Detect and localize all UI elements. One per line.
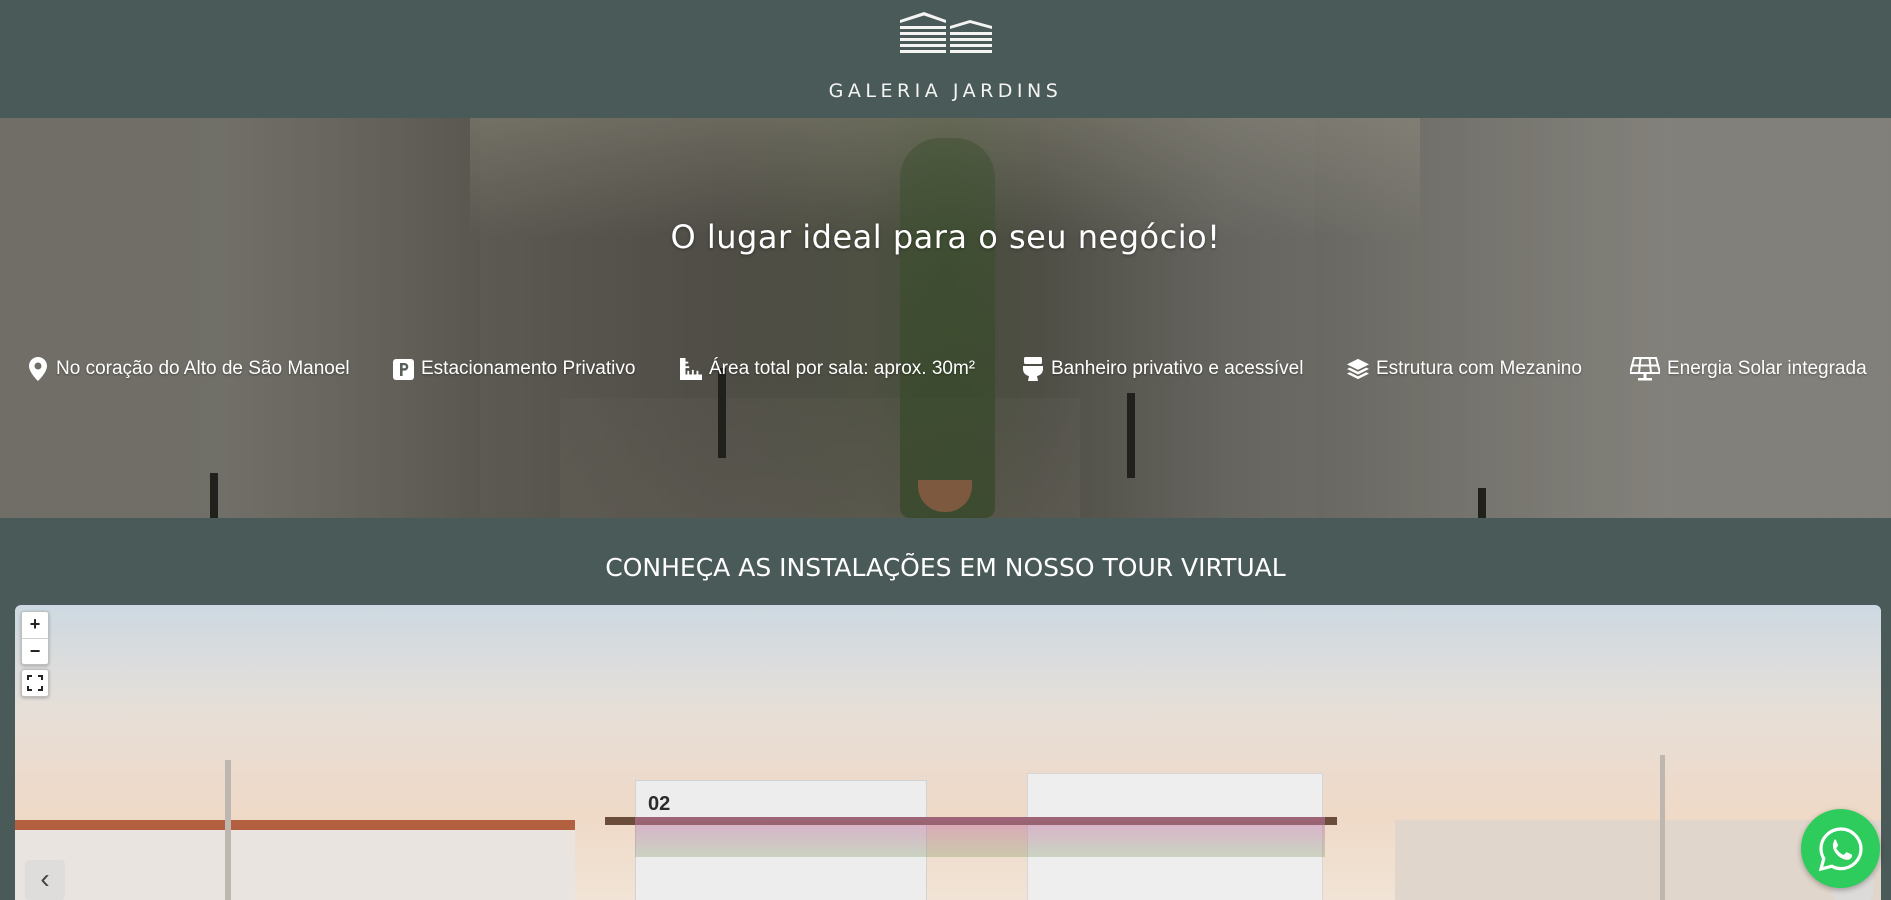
- tour-section-title: CONHEÇA AS INSTALAÇÕES EM NOSSO TOUR VIR…: [605, 553, 1286, 582]
- zoom-in-button[interactable]: +: [22, 612, 48, 638]
- feature-label: Estacionamento Privativo: [421, 358, 636, 379]
- whatsapp-button[interactable]: [1801, 809, 1880, 888]
- scene-utility-pole: [1660, 755, 1665, 900]
- feature-list: No coração do Alto de São Manoel Estacio…: [0, 354, 1891, 384]
- hero-title: O lugar ideal para o seu negócio!: [670, 218, 1221, 256]
- fullscreen-button[interactable]: [21, 669, 49, 697]
- feature-mezzanine: Estrutura com Mezanino: [1347, 354, 1582, 384]
- feature-parking: Estacionamento Privativo: [392, 354, 635, 384]
- feature-label: No coração do Alto de São Manoel: [56, 358, 350, 379]
- toilet-icon: [1022, 356, 1044, 382]
- fullscreen-icon: [27, 675, 43, 691]
- zoom-controls: + −: [21, 611, 49, 665]
- hero-section: O lugar ideal para o seu negócio! No cor…: [0, 118, 1891, 518]
- logo[interactable]: GALERIA JARDINS: [0, 10, 1891, 110]
- feature-bathroom: Banheiro privativo e acessível: [1022, 354, 1303, 384]
- whatsapp-icon: [1818, 826, 1863, 871]
- previous-scene-button[interactable]: ‹: [25, 860, 65, 900]
- scene-utility-pole: [225, 760, 231, 900]
- site-header: GALERIA JARDINS: [0, 0, 1891, 118]
- feature-label: Energia Solar integrada: [1667, 358, 1867, 379]
- feature-area: Área total por sala: aprox. 30m²: [680, 354, 975, 384]
- feature-label: Estrutura com Mezanino: [1376, 358, 1582, 379]
- scene-house-left: [15, 820, 575, 900]
- feature-label: Banheiro privativo e acessível: [1051, 358, 1304, 379]
- feature-location: No coração do Alto de São Manoel: [27, 354, 350, 384]
- map-pin-icon: [27, 356, 49, 382]
- feature-label: Área total por sala: aprox. 30m²: [709, 358, 976, 379]
- buildings-logo-icon: [899, 12, 992, 53]
- feature-solar: Energia Solar integrada: [1630, 354, 1867, 384]
- logo-text: GALERIA JARDINS: [828, 80, 1063, 102]
- virtual-tour-viewer[interactable]: 02 + − ‹ ›: [15, 605, 1881, 900]
- parking-icon: [392, 356, 414, 382]
- building-number: 02: [648, 793, 671, 815]
- zoom-out-button[interactable]: −: [22, 638, 48, 665]
- ruler-icon: [680, 356, 702, 382]
- layers-icon: [1347, 356, 1369, 382]
- scene-flowers: [635, 817, 1325, 857]
- hero-overlay: [0, 118, 1891, 518]
- solar-panel-icon: [1630, 356, 1660, 382]
